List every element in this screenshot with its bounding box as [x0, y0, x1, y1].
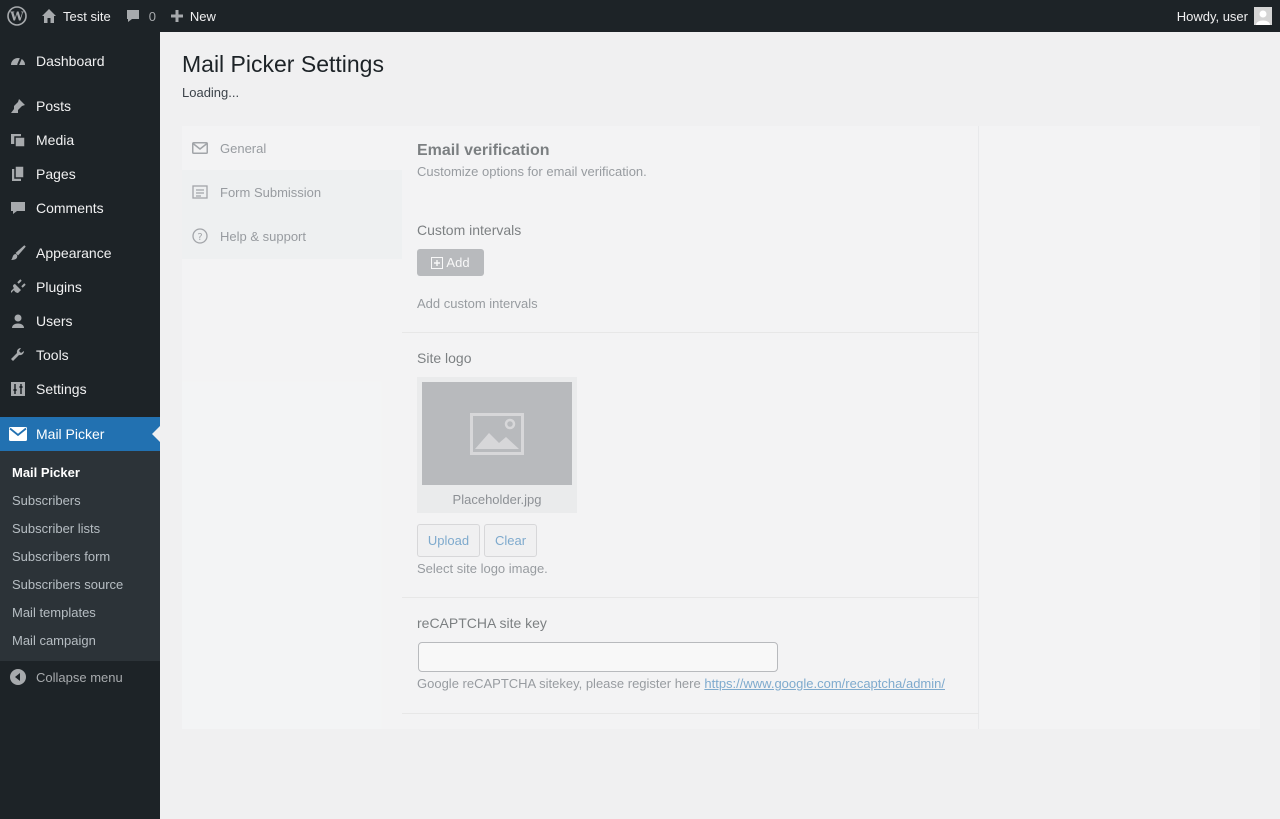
collapse-menu-label: Collapse menu	[36, 669, 123, 685]
tab-help-support[interactable]: ? Help & support	[182, 214, 402, 258]
sidebar-item-label: Plugins	[36, 279, 82, 295]
sliders-icon	[0, 380, 36, 398]
brush-icon	[0, 244, 36, 262]
sidebar-item-settings[interactable]: Settings	[0, 372, 160, 406]
wrench-icon	[0, 346, 36, 364]
sidebar-item-tools[interactable]: Tools	[0, 338, 160, 372]
new-label: New	[189, 8, 216, 24]
collapse-menu-button[interactable]: Collapse menu	[0, 660, 160, 694]
plug-icon	[0, 278, 36, 296]
loading-text: Loading...	[182, 85, 240, 100]
sidebar-item-label: Pages	[36, 166, 76, 182]
site-name-link[interactable]: Test site	[34, 0, 118, 32]
sidebar-item-plugins[interactable]: Plugins	[0, 270, 160, 304]
tab-label: Help & support	[220, 228, 306, 244]
dashboard-icon	[0, 52, 36, 70]
page-title: Mail Picker Settings	[182, 51, 384, 77]
submenu-item-mail-picker[interactable]: Mail Picker	[0, 458, 160, 486]
sidebar-item-label: Users	[36, 313, 73, 329]
sidebar-item-media[interactable]: Media	[0, 123, 160, 157]
tab-label: Form Submission	[220, 184, 322, 200]
sidebar-item-label: Media	[36, 132, 75, 148]
current-menu-arrow	[152, 426, 160, 442]
sidebar-item-comments[interactable]: Comments	[0, 191, 160, 225]
sidebar-item-posts[interactable]: Posts	[0, 89, 160, 123]
settings-form: Email verification Customize options for…	[402, 126, 979, 729]
sidebar-item-label: Comments	[36, 200, 104, 216]
admin-bar: W Test site 0 New Howdy, user	[0, 0, 1280, 32]
submenu-item-subscriber-lists[interactable]: Subscriber lists	[0, 514, 160, 542]
form-icon	[192, 185, 220, 199]
submenu-item-subscribers-form[interactable]: Subscribers form	[0, 542, 160, 570]
site-name: Test site	[63, 8, 111, 24]
sidebar-item-appearance[interactable]: Appearance	[0, 236, 160, 270]
main-content: Mail Picker Settings Loading... General …	[160, 32, 1280, 819]
pages-icon	[0, 165, 36, 183]
admin-sidebar: Dashboard Posts Media Pages Comments App…	[0, 32, 160, 819]
recaptcha-help-text: Google reCAPTCHA sitekey, please registe…	[417, 676, 701, 691]
submenu-item-mail-templates[interactable]: Mail templates	[0, 598, 160, 626]
submenu-item-subscribers[interactable]: Subscribers	[0, 486, 160, 514]
add-interval-button[interactable]: Add	[417, 249, 484, 276]
comment-icon	[125, 8, 141, 24]
collapse-arrow-icon	[0, 668, 36, 686]
envelope-icon	[192, 142, 220, 154]
sidebar-item-mail-picker[interactable]: Mail Picker	[0, 417, 160, 451]
sidebar-item-dashboard[interactable]: Dashboard	[0, 44, 160, 78]
site-logo-label: Site logo	[417, 350, 472, 366]
sidebar-item-pages[interactable]: Pages	[0, 157, 160, 191]
upload-button[interactable]: Upload	[417, 524, 480, 557]
wordpress-logo-icon[interactable]: W	[0, 0, 34, 32]
custom-intervals-description: Add custom intervals	[417, 296, 538, 311]
settings-tabs: General Form Submission ? Help & support	[182, 126, 402, 259]
comments-count: 0	[148, 8, 156, 24]
site-logo-preview: Placeholder.jpg	[417, 377, 577, 513]
section-title: Email verification	[417, 142, 550, 159]
comments-link[interactable]: 0	[118, 0, 163, 32]
tab-form-submission[interactable]: Form Submission	[182, 170, 402, 214]
sidebar-item-label: Settings	[36, 381, 87, 397]
sidebar-item-label: Dashboard	[36, 53, 105, 69]
media-icon	[0, 131, 36, 149]
user-icon	[0, 312, 36, 330]
sidebar-item-label: Appearance	[36, 245, 112, 261]
custom-intervals-label: Custom intervals	[417, 222, 522, 238]
comment-icon	[0, 199, 36, 217]
recaptcha-label: reCAPTCHA site key	[417, 615, 547, 631]
new-content-link[interactable]: New	[163, 0, 223, 32]
recaptcha-site-key-input[interactable]	[418, 642, 778, 672]
settings-panel: General Form Submission ? Help & support…	[182, 126, 1260, 729]
add-button-label: Add	[446, 255, 470, 270]
svg-text:?: ?	[197, 232, 202, 243]
submenu-item-subscribers-source[interactable]: Subscribers source	[0, 570, 160, 598]
sidebar-item-label: Posts	[36, 98, 72, 114]
sidebar-item-users[interactable]: Users	[0, 304, 160, 338]
sidebar-item-label: Tools	[36, 347, 69, 363]
envelope-icon	[0, 427, 36, 441]
tab-label: General	[220, 140, 267, 156]
home-icon	[41, 8, 57, 24]
sidebar-item-label: Mail Picker	[36, 426, 105, 442]
submenu-item-mail-campaign[interactable]: Mail campaign	[0, 626, 160, 654]
pin-icon	[0, 97, 36, 115]
logo-filename: Placeholder.jpg	[452, 492, 542, 507]
section-description: Customize options for email verification…	[417, 164, 647, 179]
image-placeholder-icon	[422, 382, 572, 485]
svg-text:W: W	[9, 10, 24, 24]
site-logo-description: Select site logo image.	[417, 561, 548, 576]
tab-general[interactable]: General	[182, 126, 402, 170]
greeting: Howdy, user	[1176, 8, 1248, 24]
question-icon: ?	[192, 228, 220, 244]
recaptcha-register-link[interactable]: https://www.google.com/recaptcha/admin/	[704, 676, 945, 691]
my-account-link[interactable]: Howdy, user	[1170, 0, 1280, 32]
email-verification-section: Email verification Customize options for…	[402, 126, 979, 333]
plus-icon	[170, 9, 184, 23]
settings-sidebar	[979, 126, 1260, 729]
avatar	[1254, 7, 1272, 25]
clear-button[interactable]: Clear	[484, 524, 537, 557]
recaptcha-description: Google reCAPTCHA sitekey, please registe…	[417, 676, 945, 691]
plus-square-icon	[431, 256, 444, 269]
mail-picker-submenu: Mail Picker Subscribers Subscriber lists…	[0, 451, 160, 661]
